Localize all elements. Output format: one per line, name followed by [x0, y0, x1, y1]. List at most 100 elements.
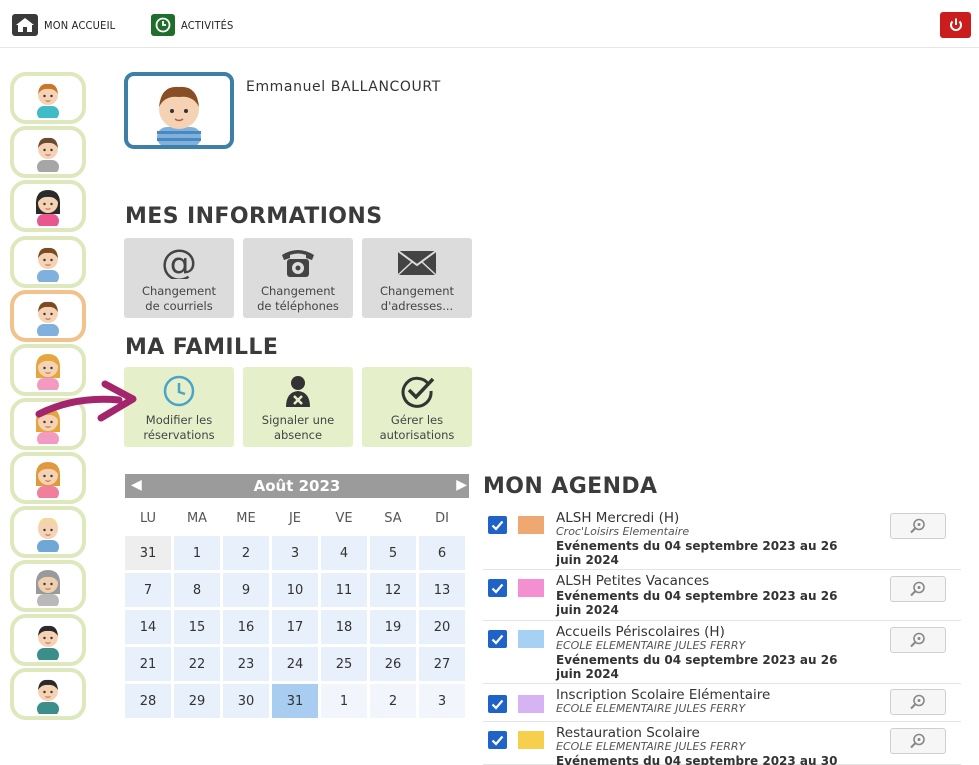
- agenda-item-dates-cont: juin 2024: [556, 603, 619, 617]
- ma-famille-title: MA FAMILLE: [125, 335, 279, 360]
- weekday-header: LU: [139, 511, 157, 526]
- calendar-day[interactable]: 17: [272, 610, 318, 644]
- calendar-day[interactable]: 24: [272, 647, 318, 681]
- agenda-color-swatch: [518, 630, 544, 648]
- calendar-day[interactable]: 26: [370, 647, 416, 681]
- calendar-day[interactable]: 29: [174, 684, 220, 718]
- logout-button[interactable]: [940, 12, 971, 38]
- agenda-checkbox[interactable]: [488, 630, 507, 648]
- nav-activities-label: ACTIVITÉS: [181, 18, 234, 32]
- agenda-checkbox[interactable]: [488, 695, 507, 713]
- calendar-day[interactable]: 2: [370, 684, 416, 718]
- calendar-day[interactable]: 1: [174, 536, 220, 570]
- tile-label-line1: Modifier les: [145, 413, 213, 427]
- agenda-item-subtitle: ECOLE ELEMENTAIRE JULES FERRY: [556, 702, 746, 715]
- calendar-day[interactable]: 12: [370, 573, 416, 607]
- agenda-item-title: Accueils Périscolaires (H): [556, 624, 725, 640]
- agenda-item-title: Restauration Scolaire: [556, 725, 700, 741]
- calendar-day[interactable]: 9: [223, 573, 269, 607]
- calendar-day[interactable]: 28: [125, 684, 171, 718]
- calendar-prev-button[interactable]: ◀: [131, 477, 142, 493]
- calendar-day[interactable]: 1: [321, 684, 367, 718]
- avatar-man-teal-jacket-12[interactable]: [10, 668, 86, 720]
- avatar-girl-orange-8[interactable]: [10, 452, 86, 504]
- modify-reservations-tile[interactable]: Modifier les réservations: [124, 367, 234, 447]
- magnifier-icon: [910, 581, 925, 597]
- calendar-day[interactable]: 7: [125, 573, 171, 607]
- calendar-month: Août 2023: [253, 477, 341, 495]
- calendar-day[interactable]: 3: [419, 684, 465, 718]
- mes-informations-title: MES INFORMATIONS: [125, 204, 383, 229]
- agenda-item-dates-cont: juin 2024: [556, 667, 619, 681]
- agenda-color-swatch: [518, 516, 544, 534]
- calendar-day[interactable]: 15: [174, 610, 220, 644]
- calendar-day[interactable]: 31: [272, 684, 318, 718]
- avatar-woman-pink-3[interactable]: [10, 180, 86, 232]
- clock-icon: [159, 373, 199, 409]
- agenda-item: ALSH Mercredi (H) Croc'Loisirs Elementai…: [483, 508, 961, 570]
- calendar-day[interactable]: 18: [321, 610, 367, 644]
- agenda-zoom-button[interactable]: [890, 689, 946, 715]
- manage-authorizations-tile[interactable]: Gérer les autorisations: [362, 367, 472, 447]
- calendar-next-button[interactable]: ▶: [456, 477, 467, 493]
- calendar-day[interactable]: 23: [223, 647, 269, 681]
- nav-home-label: MON ACCUEIL: [44, 18, 116, 32]
- agenda-item-title: ALSH Mercredi (H): [556, 510, 680, 526]
- absence-icon: [278, 373, 318, 409]
- avatar-man-teal-jacket-11[interactable]: [10, 614, 86, 666]
- tile-label-line1: Changement: [379, 284, 455, 298]
- calendar-day[interactable]: 4: [321, 536, 367, 570]
- calendar-day[interactable]: 19: [370, 610, 416, 644]
- calendar-day[interactable]: 8: [174, 573, 220, 607]
- calendar-day[interactable]: 20: [419, 610, 465, 644]
- calendar-day[interactable]: 3: [272, 536, 318, 570]
- agenda-item: ALSH Petites Vacances Evénements du 04 s…: [483, 571, 961, 621]
- change-address-tile[interactable]: Changement d'adresses...: [362, 238, 472, 318]
- report-absence-tile[interactable]: Signaler une absence: [243, 367, 353, 447]
- calendar-day[interactable]: 31: [125, 536, 171, 570]
- change-phone-tile[interactable]: Changement de téléphones: [243, 238, 353, 318]
- weekday-header: ME: [236, 511, 256, 526]
- avatar-adult-man-grey-2[interactable]: [10, 126, 86, 178]
- calendar-day[interactable]: 30: [223, 684, 269, 718]
- agenda-checkbox[interactable]: [488, 731, 507, 749]
- calendar-day[interactable]: 5: [370, 536, 416, 570]
- envelope-icon: [395, 244, 439, 280]
- boy-striped-avatar-selected-icon: [37, 301, 59, 336]
- nav-activities[interactable]: ACTIVITÉS: [151, 14, 234, 36]
- calendar-day[interactable]: 25: [321, 647, 367, 681]
- agenda-zoom-button[interactable]: [890, 576, 946, 602]
- man-teal-jacket-avatar-icon: [37, 679, 59, 714]
- agenda-checkbox[interactable]: [488, 516, 507, 534]
- calendar-day[interactable]: 6: [419, 536, 465, 570]
- boy-striped-avatar-icon: [37, 247, 59, 282]
- agenda-zoom-button[interactable]: [890, 627, 946, 653]
- agenda-checkbox[interactable]: [488, 579, 507, 597]
- tile-label-line2: de courriels: [145, 299, 213, 313]
- calendar-day[interactable]: 27: [419, 647, 465, 681]
- checkmark-icon: [491, 699, 504, 710]
- change-email-tile[interactable]: @ Changement de courriels: [124, 238, 234, 318]
- avatar-boy-striped-4[interactable]: [10, 236, 86, 288]
- adult-man-grey-avatar-icon: [37, 137, 59, 172]
- calendar-day[interactable]: 10: [272, 573, 318, 607]
- calendar-day[interactable]: 11: [321, 573, 367, 607]
- calendar-day[interactable]: 22: [174, 647, 220, 681]
- calendar-day[interactable]: 16: [223, 610, 269, 644]
- avatar-boy-striped-5[interactable]: [10, 290, 86, 342]
- nav-home[interactable]: MON ACCUEIL: [12, 14, 115, 36]
- agenda-zoom-button[interactable]: [890, 513, 946, 539]
- avatar-girl-teal-shirt-1[interactable]: [10, 72, 86, 124]
- tile-label-line1: Gérer les: [390, 413, 444, 427]
- avatar-grandma-10[interactable]: [10, 560, 86, 612]
- calendar-day[interactable]: 21: [125, 647, 171, 681]
- calendar-day[interactable]: 14: [125, 610, 171, 644]
- calendar-day[interactable]: 2: [223, 536, 269, 570]
- profile-avatar[interactable]: [124, 72, 234, 149]
- agenda-zoom-button[interactable]: [890, 728, 946, 754]
- at-icon: @: [159, 244, 199, 280]
- tile-label-line2: autorisations: [379, 428, 455, 442]
- checkmark-icon: [491, 583, 504, 594]
- calendar-day[interactable]: 13: [419, 573, 465, 607]
- avatar-baby-9[interactable]: [10, 506, 86, 558]
